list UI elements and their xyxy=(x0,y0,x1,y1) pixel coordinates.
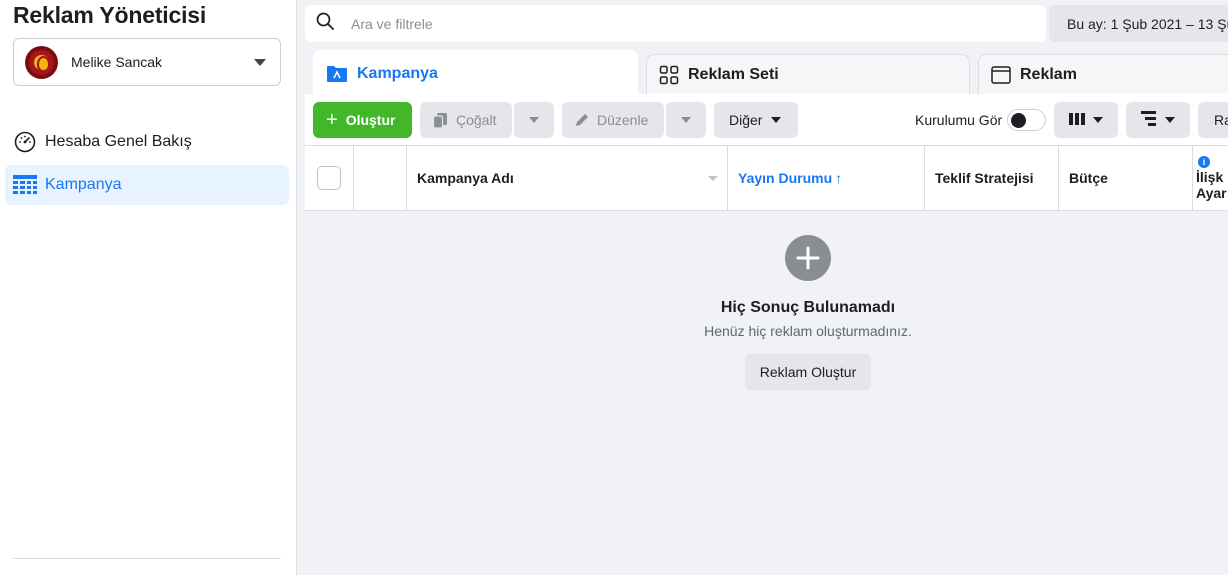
column-header-attribution[interactable]: i İlişk Ayar xyxy=(1193,146,1228,210)
info-icon[interactable]: i xyxy=(1198,155,1210,168)
toggle-column-header xyxy=(354,146,407,210)
column-header-delivery[interactable]: Yayın Durumu ↑ xyxy=(728,146,925,210)
avatar xyxy=(25,45,58,79)
date-range-picker[interactable]: Bu ay: 1 Şub 2021 – 13 Şub 2021 xyxy=(1049,5,1228,42)
reports-label: Raporlar xyxy=(1214,112,1228,128)
edit-label: Düzenle xyxy=(597,112,649,128)
chevron-down-icon xyxy=(1093,117,1103,123)
duplicate-dropdown-button[interactable] xyxy=(514,102,554,138)
column-header-budget[interactable]: Bütçe xyxy=(1059,146,1193,210)
column-header-label: Bütçe xyxy=(1069,170,1108,186)
tab-label: Reklam xyxy=(1020,65,1077,83)
select-all-checkbox[interactable] xyxy=(317,166,341,190)
tab-ad[interactable]: Reklam xyxy=(978,54,1228,94)
create-button[interactable]: + Oluştur xyxy=(313,102,412,138)
reports-button[interactable]: Raporlar xyxy=(1198,102,1228,138)
toggle-knob xyxy=(1011,113,1026,128)
account-selector[interactable]: Melike Sancak xyxy=(13,38,281,86)
add-circle-icon xyxy=(785,235,831,281)
account-name: Melike Sancak xyxy=(71,54,163,70)
sidebar-item-label: Hesaba Genel Bakış xyxy=(45,133,192,150)
search-icon xyxy=(316,12,334,35)
chevron-down-icon xyxy=(771,117,782,123)
empty-state-title: Hiç Sonuç Bulunamadı xyxy=(720,299,896,316)
sidebar-item-label: Kampanya xyxy=(45,176,122,193)
chevron-down-icon xyxy=(529,117,539,123)
sort-ascending-icon: ↑ xyxy=(835,170,843,186)
select-all-cell xyxy=(305,146,354,210)
tab-ad-set[interactable]: Reklam Seti xyxy=(646,54,970,94)
toolbar: + Oluştur Çoğalt Düzenle Diğer Kurulumu … xyxy=(305,94,1228,146)
tab-label: Kampanya xyxy=(357,64,438,82)
search-placeholder: Ara ve filtrele xyxy=(351,15,433,32)
edit-button[interactable]: Düzenle xyxy=(562,102,664,138)
column-header-campaign-name[interactable]: Kampanya Adı xyxy=(407,146,728,210)
breakdown-icon xyxy=(1141,111,1157,129)
sidebar-divider xyxy=(13,558,281,559)
sidebar-item-account-overview[interactable]: Hesaba Genel Bakış xyxy=(5,122,289,162)
table-grid-icon xyxy=(13,173,37,197)
grid-icon xyxy=(659,65,679,85)
pencil-icon xyxy=(574,112,590,128)
copy-icon xyxy=(432,112,449,129)
plus-icon: + xyxy=(326,109,338,131)
folder-icon xyxy=(326,65,348,83)
edit-dropdown-button[interactable] xyxy=(666,102,706,138)
view-setup-label: Kurulumu Gör xyxy=(915,112,1003,128)
breakdown-button[interactable] xyxy=(1126,102,1190,138)
search-input[interactable]: Ara ve filtrele xyxy=(305,5,1046,42)
column-header-label: Kampanya Adı xyxy=(417,170,514,186)
create-label: Oluştur xyxy=(345,112,396,128)
columns-button[interactable] xyxy=(1054,102,1118,138)
chevron-down-icon xyxy=(681,117,691,123)
chevron-down-icon xyxy=(254,59,266,66)
column-header-bid-strategy[interactable]: Teklif Stratejisi xyxy=(925,146,1059,210)
tab-campaign[interactable]: Kampanya xyxy=(313,50,638,96)
empty-state: Hiç Sonuç Bulunamadı Henüz hiç reklam ol… xyxy=(305,211,1228,575)
tab-label: Reklam Seti xyxy=(688,65,779,83)
sort-caret-icon xyxy=(708,176,718,181)
chevron-down-icon xyxy=(1165,117,1175,123)
columns-icon xyxy=(1069,112,1085,129)
column-header-label: İlişk xyxy=(1196,168,1224,185)
app-title: Reklam Yöneticisi xyxy=(13,2,207,28)
sidebar-item-campaign[interactable]: Kampanya xyxy=(5,165,289,205)
duplicate-label: Çoğalt xyxy=(456,112,497,128)
empty-state-subtitle: Henüz hiç reklam oluşturmadınız. xyxy=(704,323,912,339)
duplicate-button[interactable]: Çoğalt xyxy=(420,102,512,138)
more-button[interactable]: Diğer xyxy=(714,102,798,138)
column-header-label: Ayar xyxy=(1196,184,1227,201)
table-header: Kampanya Adı Yayın Durumu ↑ Teklif Strat… xyxy=(305,146,1228,211)
dashboard-gauge-icon xyxy=(13,130,37,154)
column-header-label: Yayın Durumu xyxy=(738,170,833,186)
campaign-panel: + Oluştur Çoğalt Düzenle Diğer Kurulumu … xyxy=(305,94,1228,575)
sidebar: Reklam Yöneticisi Melike Sancak Hesaba G… xyxy=(0,0,297,575)
window-icon xyxy=(991,65,1011,84)
view-setup-toggle[interactable] xyxy=(1007,109,1046,131)
create-ad-button[interactable]: Reklam Oluştur xyxy=(745,354,871,390)
more-label: Diğer xyxy=(729,112,763,128)
column-header-label: Teklif Stratejisi xyxy=(935,170,1034,186)
